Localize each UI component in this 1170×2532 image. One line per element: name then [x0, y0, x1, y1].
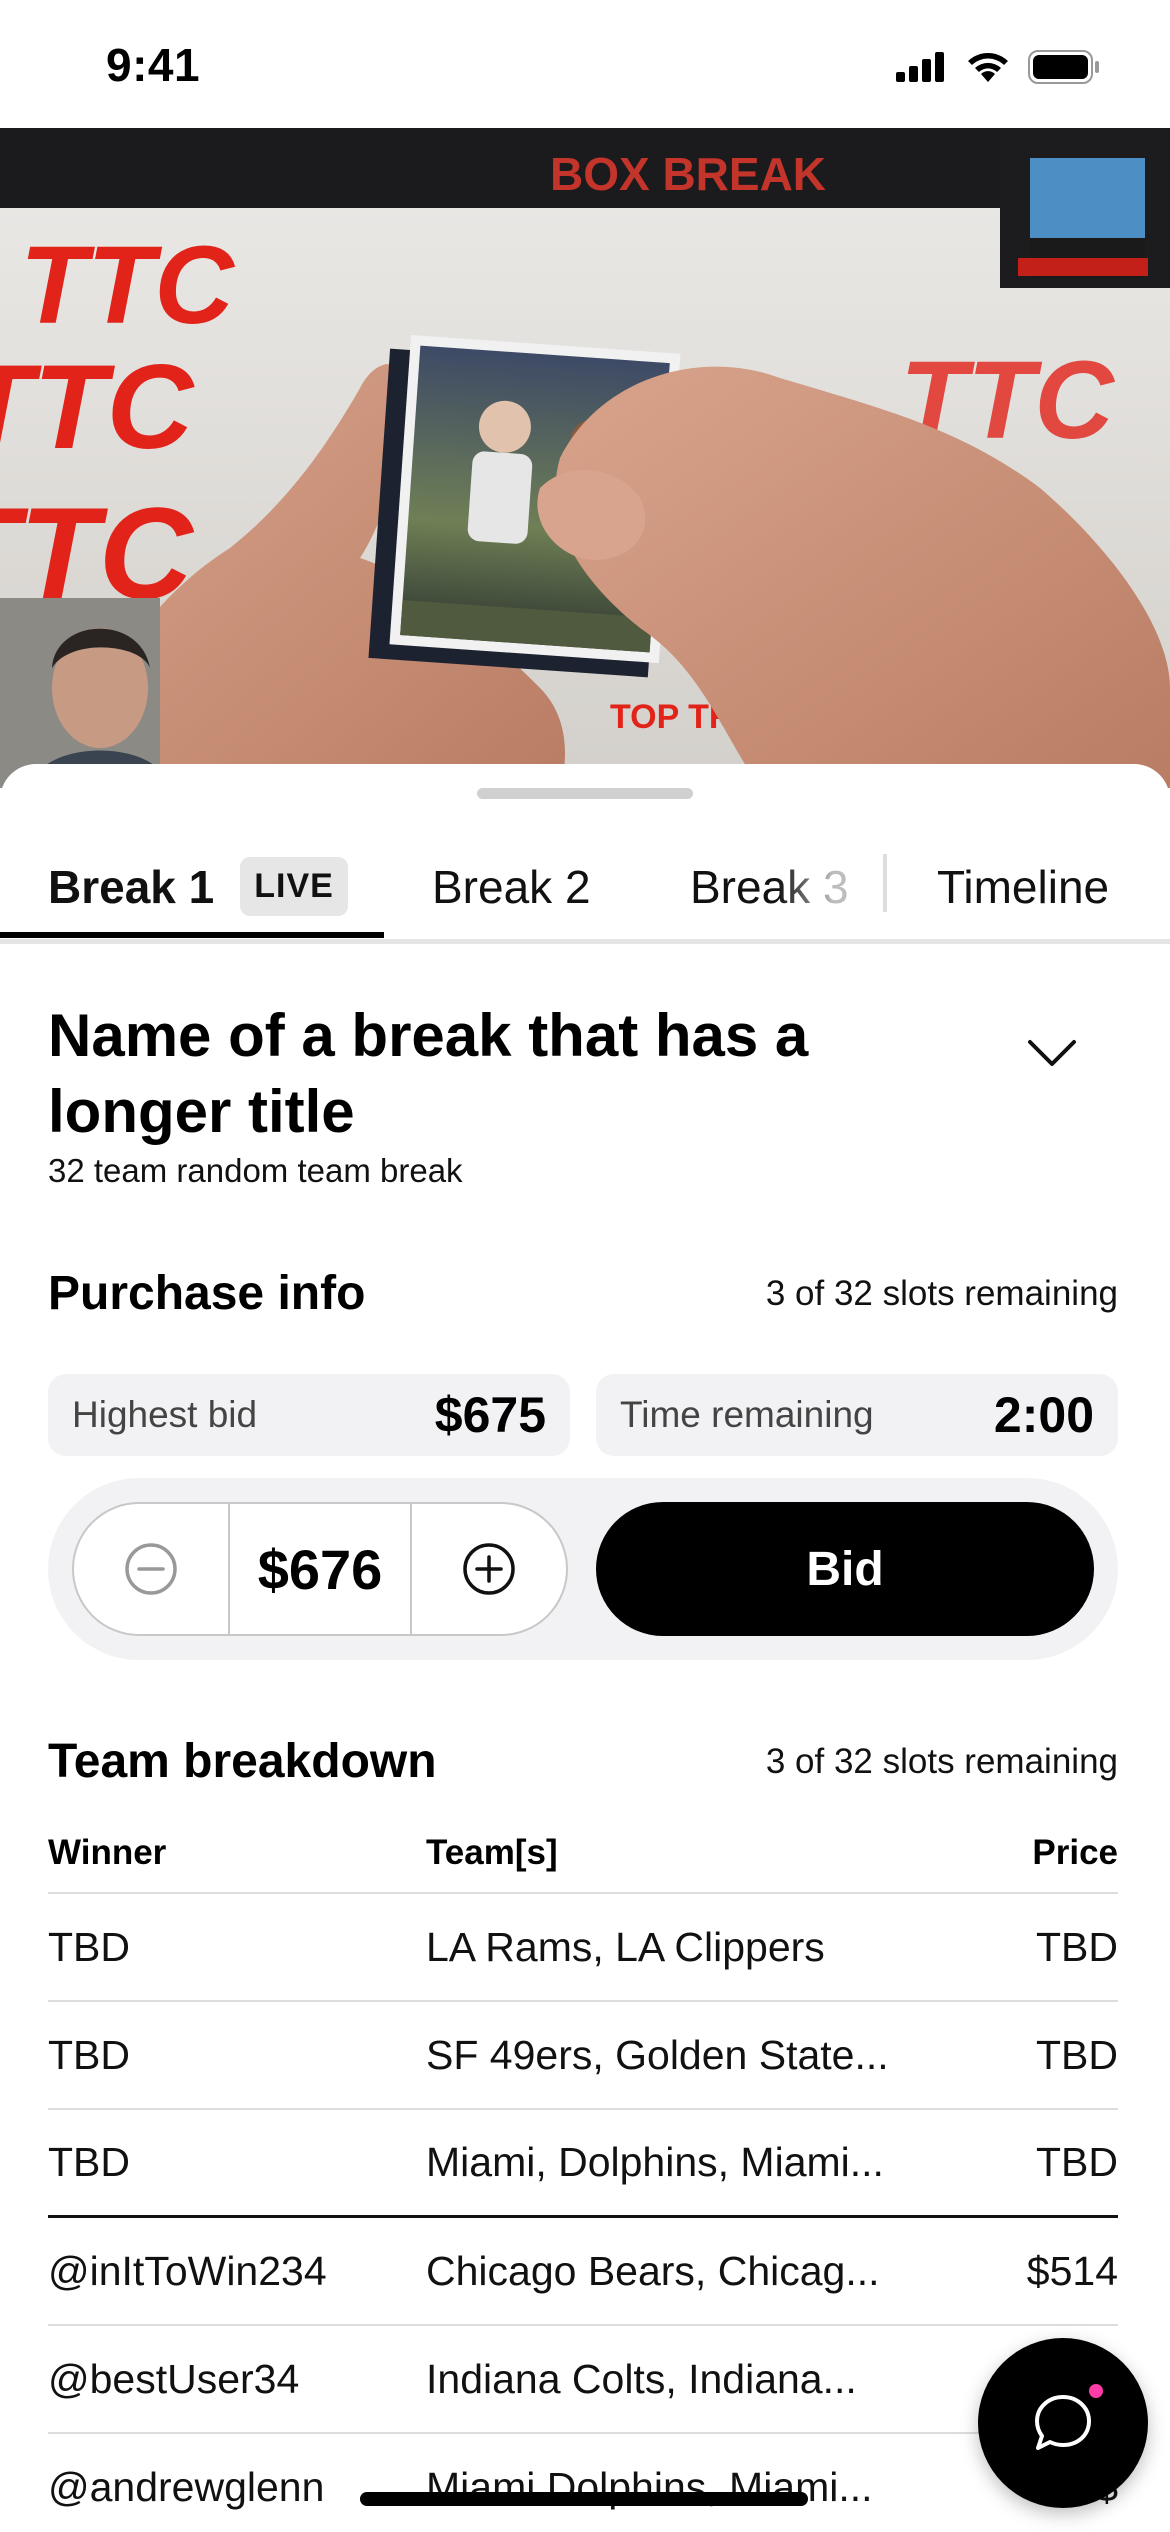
- tab-break-1[interactable]: Break 1 LIVE: [48, 834, 348, 939]
- highest-bid-label: Highest bid: [72, 1394, 258, 1435]
- winner-cell: @inItToWin234: [48, 2247, 327, 2294]
- tab-label: Break 1: [48, 860, 215, 913]
- breakdown-slots-remaining: 3 of 32 slots remaining: [765, 1742, 1118, 1781]
- slots-remaining: 3 of 32 slots remaining: [765, 1274, 1118, 1313]
- chat-button[interactable]: [978, 2338, 1148, 2508]
- time-remaining-pill: Time remaining 2:00: [596, 1374, 1118, 1456]
- tab-timeline[interactable]: Timeline: [937, 834, 1109, 939]
- winner-cell: TBD: [48, 1923, 130, 1970]
- team-breakdown-table: Winner Team[s] Price TBD LA Rams, LA Cli…: [48, 1814, 1118, 2532]
- product-box-thumbnail: [1000, 128, 1170, 288]
- column-header-price: Price: [1032, 1833, 1118, 1872]
- table-row[interactable]: TBD SF 49ers, Golden State... TBD: [48, 2002, 1118, 2110]
- teams-cell: Miami, Dolphins, Miami...: [426, 2139, 884, 2185]
- time-remaining-label: Time remaining: [620, 1394, 874, 1435]
- teams-cell: Indiana Colts, Indiana...: [426, 2355, 857, 2402]
- break-title: Name of a break that has a longer title: [48, 1002, 809, 1145]
- streamer-avatar: [0, 598, 170, 788]
- bid-button[interactable]: Bid: [596, 1502, 1094, 1636]
- break-tabs: Break 1 LIVE Break 2 Break 3 Timeline: [0, 834, 1170, 944]
- bid-controls: $676 Bid: [48, 1478, 1118, 1660]
- table-row[interactable]: @andrewglenn Miami Dolphins, Miami... $: [48, 2434, 1118, 2532]
- price-cell: TBD: [1036, 2031, 1118, 2078]
- table-row[interactable]: TBD Miami, Dolphins, Miami... TBD: [48, 2110, 1118, 2218]
- plus-circle-icon: [463, 1543, 515, 1595]
- column-header-winner: Winner: [48, 1833, 167, 1872]
- tab-label: Break 3: [690, 860, 849, 913]
- chevron-down-icon[interactable]: [1024, 1032, 1080, 1072]
- tab-divider: [883, 854, 887, 912]
- break-details-sheet: Break 1 LIVE Break 2 Break 3 Timeline Na…: [0, 764, 1170, 2532]
- live-video-player[interactable]: BOX BREAK TTC TTC TTC TTC TTC TOP TRADIN…: [0, 128, 1170, 788]
- banner-text: BOX BREAK: [550, 148, 826, 200]
- time-remaining-value: 2:00: [993, 1387, 1094, 1443]
- decrease-bid-button[interactable]: [74, 1504, 228, 1634]
- price-cell: $514: [1026, 2247, 1118, 2294]
- minus-circle-icon: [125, 1543, 177, 1595]
- svg-text:TTC: TTC: [20, 224, 235, 347]
- column-header-teams: Team[s]: [426, 1833, 558, 1872]
- highest-bid-pill: Highest bid $675: [48, 1374, 570, 1456]
- notification-dot: [1089, 2384, 1103, 2398]
- live-badge: LIVE: [240, 857, 348, 916]
- tab-break-2[interactable]: Break 2: [432, 834, 591, 939]
- teams-cell: LA Rams, LA Clippers: [426, 1923, 825, 1970]
- chat-bubble-icon: [1035, 2395, 1091, 2450]
- sheet-grabber[interactable]: [477, 788, 693, 799]
- price-cell: TBD: [1036, 2139, 1118, 2185]
- wifi-icon: [968, 53, 1008, 82]
- winner-cell: TBD: [48, 2139, 130, 2185]
- status-bar: 9:41: [0, 0, 1170, 130]
- table-header: Winner Team[s] Price: [48, 1814, 1118, 1894]
- bid-amount-value[interactable]: $676: [228, 1504, 412, 1634]
- video-frame: BOX BREAK TTC TTC TTC TTC TTC TOP TRADIN…: [0, 128, 1170, 788]
- tab-label: Break 2: [432, 860, 591, 913]
- table-row[interactable]: @inItToWin234 Chicago Bears, Chicag... $…: [48, 2218, 1118, 2326]
- bid-amount-stepper: $676: [72, 1502, 568, 1636]
- purchase-info-title: Purchase info: [48, 1267, 366, 1320]
- winner-cell: @bestUser34: [48, 2355, 300, 2402]
- active-tab-indicator: [0, 932, 384, 938]
- home-indicator[interactable]: [360, 2492, 808, 2506]
- cellular-signal-icon: [896, 52, 944, 82]
- status-time: 9:41: [106, 39, 201, 91]
- winner-cell: TBD: [48, 2031, 130, 2078]
- table-row[interactable]: TBD LA Rams, LA Clippers TBD: [48, 1894, 1118, 2002]
- status-icons: [896, 50, 1100, 84]
- highest-bid-value: $675: [434, 1387, 546, 1443]
- price-cell: TBD: [1036, 1923, 1118, 1970]
- break-subtitle: 32 team random team break: [48, 1152, 463, 1189]
- table-row[interactable]: @bestUser34 Indiana Colts, Indiana... $: [48, 2326, 1118, 2434]
- increase-bid-button[interactable]: [412, 1504, 566, 1634]
- svg-text:TTC: TTC: [0, 340, 196, 474]
- tab-break-3[interactable]: Break 3: [690, 834, 849, 939]
- tab-label: Timeline: [937, 860, 1110, 913]
- teams-cell: Chicago Bears, Chicag...: [426, 2247, 880, 2294]
- teams-cell: SF 49ers, Golden State...: [426, 2031, 889, 2078]
- svg-text:BOX BREAK: BOX BREAK: [550, 148, 826, 200]
- battery-icon: [1028, 50, 1099, 84]
- team-breakdown-title: Team breakdown: [48, 1735, 437, 1788]
